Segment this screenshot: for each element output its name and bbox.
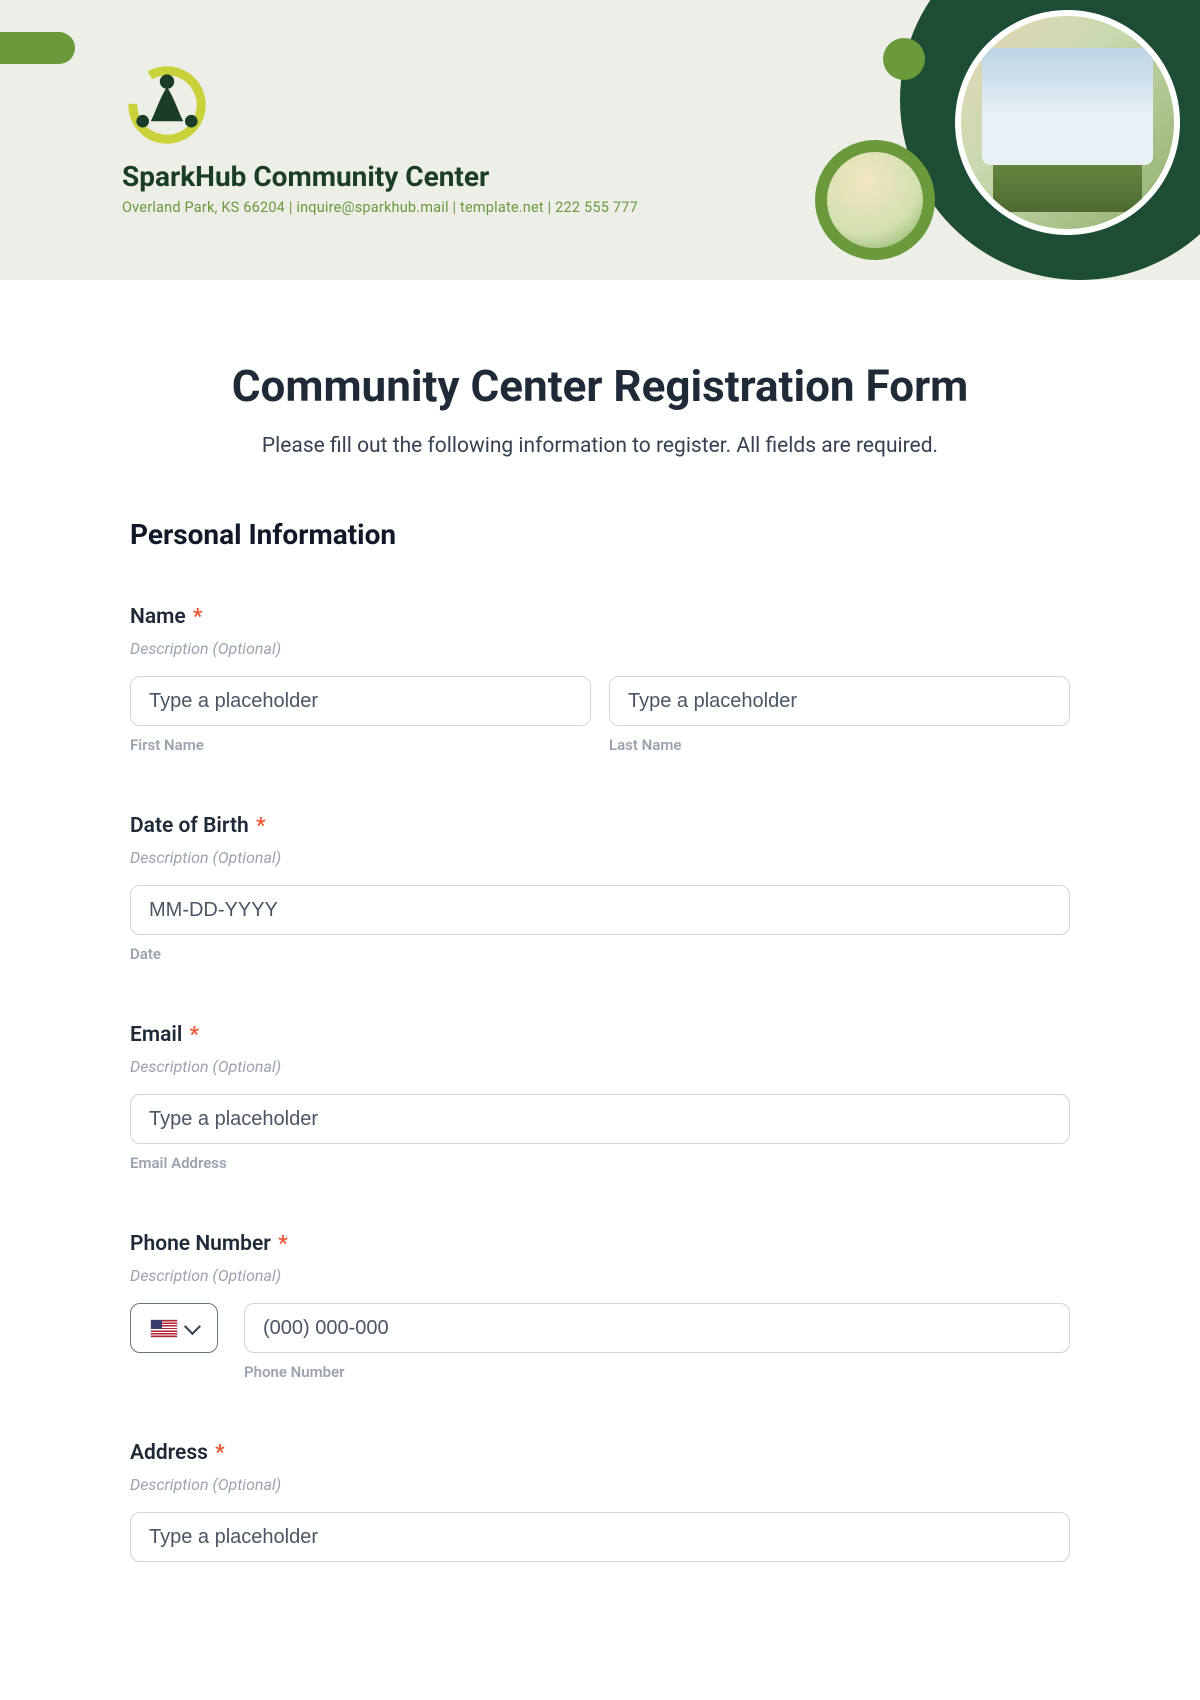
required-marker: *	[190, 1023, 200, 1047]
accent-pill	[0, 32, 75, 64]
dob-label-text: Date of Birth	[130, 814, 249, 838]
org-name: SparkHub Community Center	[122, 160, 638, 193]
header-banner: SparkHub Community Center Overland Park,…	[0, 0, 1200, 280]
last-name-input[interactable]	[609, 676, 1070, 726]
name-description[interactable]: Description (Optional)	[130, 639, 1070, 658]
name-label: Name *	[130, 605, 1070, 629]
decor-green-dot	[883, 38, 925, 80]
email-label-text: Email	[130, 1023, 182, 1047]
dob-label: Date of Birth *	[130, 814, 1070, 838]
field-email: Email * Description (Optional) Email Add…	[130, 1023, 1070, 1172]
phone-label-text: Phone Number	[130, 1232, 271, 1256]
page-title: Community Center Registration Form	[130, 360, 1070, 412]
country-code-select[interactable]	[130, 1303, 218, 1353]
flag-us-icon	[151, 1320, 177, 1337]
chevron-down-icon	[184, 1318, 201, 1335]
field-name: Name * Description (Optional) First Name…	[130, 605, 1070, 754]
required-marker: *	[256, 814, 266, 838]
org-identity-block: SparkHub Community Center Overland Park,…	[122, 60, 638, 216]
email-sublabel: Email Address	[130, 1154, 1070, 1172]
required-marker: *	[193, 605, 203, 629]
phone-description[interactable]: Description (Optional)	[130, 1266, 1070, 1285]
address-label: Address *	[130, 1441, 1070, 1465]
phone-sublabel: Phone Number	[244, 1363, 1070, 1381]
last-name-sublabel: Last Name	[609, 736, 1070, 754]
phone-label: Phone Number *	[130, 1232, 1070, 1256]
required-marker: *	[278, 1232, 288, 1256]
address-input[interactable]	[130, 1512, 1070, 1562]
form-container: Community Center Registration Form Pleas…	[0, 280, 1200, 1562]
dob-description[interactable]: Description (Optional)	[130, 848, 1070, 867]
first-name-input[interactable]	[130, 676, 591, 726]
phone-input[interactable]	[244, 1303, 1070, 1353]
dob-input[interactable]	[130, 885, 1070, 935]
decor-photo-small-ring	[815, 140, 935, 260]
email-description[interactable]: Description (Optional)	[130, 1057, 1070, 1076]
page-subtitle: Please fill out the following informatio…	[130, 434, 1070, 458]
first-name-sublabel: First Name	[130, 736, 591, 754]
field-phone: Phone Number * Description (Optional) Ph…	[130, 1232, 1070, 1381]
email-label: Email *	[130, 1023, 1070, 1047]
address-description[interactable]: Description (Optional)	[130, 1475, 1070, 1494]
decor-photo-small	[827, 152, 923, 248]
field-dob: Date of Birth * Description (Optional) D…	[130, 814, 1070, 963]
org-contact-line: Overland Park, KS 66204 | inquire@sparkh…	[122, 199, 638, 216]
dob-sublabel: Date	[130, 945, 1070, 963]
org-logo-icon	[122, 60, 212, 150]
decor-photo-large	[955, 10, 1180, 235]
address-label-text: Address	[130, 1441, 208, 1465]
required-marker: *	[215, 1441, 225, 1465]
name-label-text: Name	[130, 605, 186, 629]
email-input[interactable]	[130, 1094, 1070, 1144]
section-personal-heading: Personal Information	[130, 518, 1070, 551]
field-address: Address * Description (Optional)	[130, 1441, 1070, 1562]
